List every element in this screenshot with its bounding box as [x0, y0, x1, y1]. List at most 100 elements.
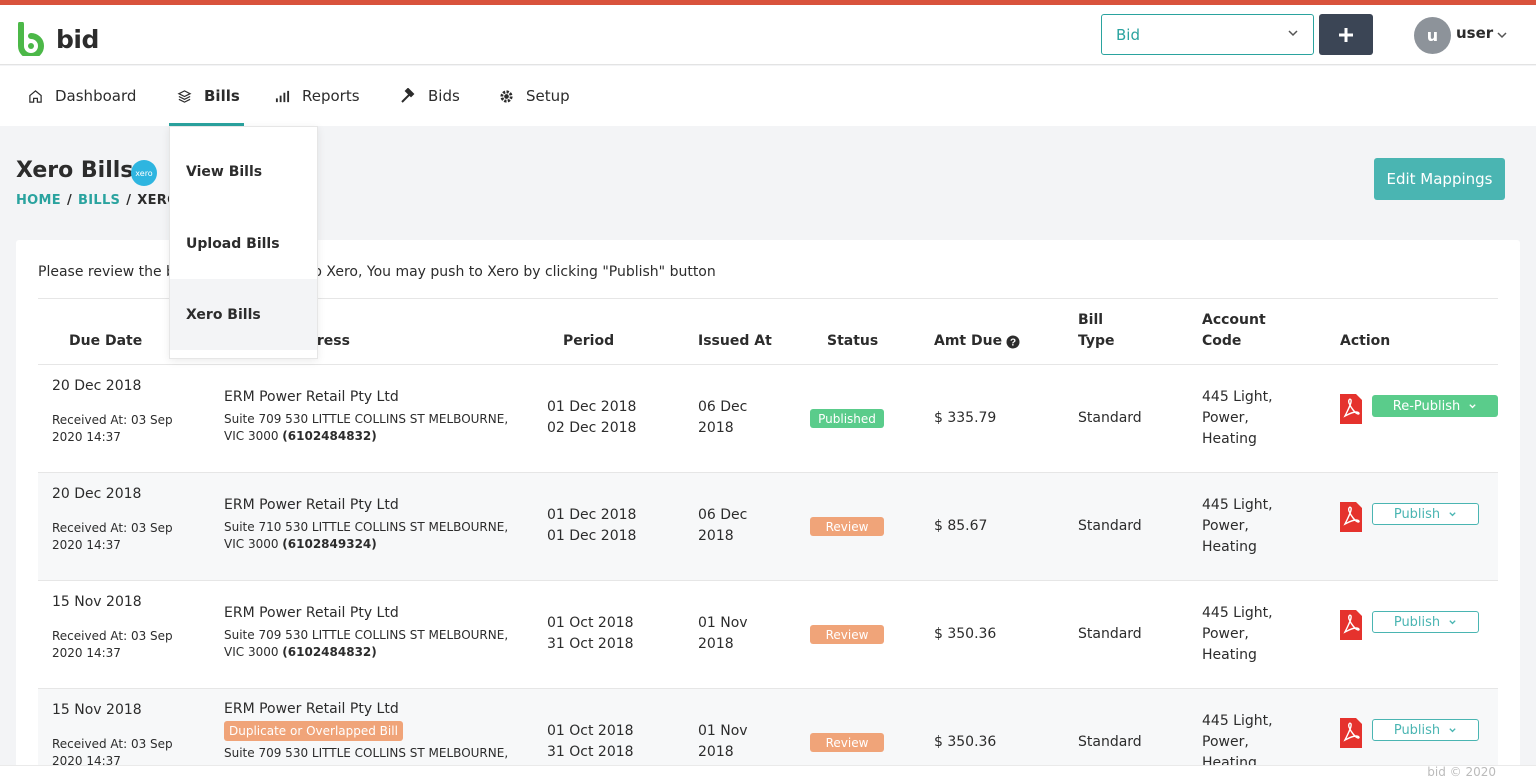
app-header: bid Bid u user — [0, 5, 1536, 65]
footer-copyright: bid © 2020 — [1427, 765, 1496, 779]
republish-button[interactable]: Re-Publish — [1372, 395, 1498, 417]
nav-item-bills[interactable]: Bills — [177, 66, 240, 126]
issued-at: 06 Dec 2018 — [698, 507, 748, 544]
bill-type: Standard — [1078, 518, 1142, 534]
account-code: 445 Light, Power, Heating — [1202, 605, 1273, 663]
logo[interactable]: bid — [16, 22, 99, 56]
nav-item-reports[interactable]: Reports — [275, 66, 360, 126]
menu-item-view-bills[interactable]: View Bills — [170, 136, 317, 207]
th-account-code[interactable]: Account Code — [1202, 310, 1266, 352]
period: 01 Dec 2018 02 Dec 2018 — [547, 399, 637, 436]
account-code: 445 Light, Power, Heating — [1202, 497, 1273, 555]
th-bill-type[interactable]: Bill Type — [1078, 310, 1115, 352]
plus-icon — [1339, 27, 1353, 42]
logo-text: bid — [56, 24, 99, 54]
bid-select[interactable]: Bid — [1101, 14, 1314, 55]
help-circle-icon[interactable]: ? — [1006, 335, 1020, 349]
period: 01 Dec 2018 01 Dec 2018 — [547, 507, 637, 544]
amount-due: $ 350.36 — [934, 626, 997, 642]
bill-type: Standard — [1078, 626, 1142, 642]
add-button[interactable] — [1319, 14, 1373, 55]
status-badge: Review — [810, 733, 884, 752]
chevron-down-icon — [1449, 619, 1456, 624]
th-issued-at[interactable]: Issued At — [698, 331, 772, 352]
nav-label-reports: Reports — [302, 87, 360, 105]
edit-mappings-button[interactable]: Edit Mappings — [1374, 158, 1505, 200]
main-nav: Dashboard Bills Reports Bids Setup — [0, 66, 1536, 126]
bills-dropdown-menu: View Bills Upload Bills Xero Bills — [169, 126, 318, 359]
bid-select-value: Bid — [1116, 25, 1140, 44]
pdf-icon[interactable] — [1340, 394, 1362, 424]
amount-due: $ 350.36 — [934, 734, 997, 750]
breadcrumb-home[interactable]: HOME — [16, 193, 61, 208]
account-code: 445 Light, Power, Heating — [1202, 389, 1273, 447]
chevron-down-icon — [1449, 511, 1456, 516]
nav-label-bills: Bills — [204, 87, 240, 105]
gear-icon — [500, 89, 513, 103]
home-icon — [29, 89, 42, 103]
company-name: ERM Power Retail Pty Ltd — [224, 497, 399, 513]
svg-text:?: ? — [1010, 337, 1016, 348]
pdf-icon[interactable] — [1340, 502, 1362, 532]
publish-button[interactable]: Publish — [1372, 503, 1479, 525]
th-status[interactable]: Status — [827, 331, 878, 352]
th-due-date[interactable]: Due Date — [69, 331, 142, 352]
th-amt-due[interactable]: Amt Due ? — [934, 331, 1020, 352]
xero-logo-icon: xero — [131, 160, 157, 186]
layers-icon — [177, 89, 192, 103]
received-at: Received At: 03 Sep 2020 14:37 — [52, 413, 173, 444]
received-at: Received At: 03 Sep 2020 14:37 — [52, 629, 173, 660]
amount-due: $ 85.67 — [934, 518, 988, 534]
period: 01 Oct 2018 31 Oct 2018 — [547, 723, 634, 760]
company-name: ERM Power Retail Pty Ltd — [224, 701, 399, 717]
company-name: ERM Power Retail Pty Ltd — [224, 389, 399, 405]
nav-label-setup: Setup — [526, 87, 570, 105]
th-action[interactable]: Action — [1340, 331, 1390, 352]
bill-type: Standard — [1078, 410, 1142, 426]
nav-item-setup[interactable]: Setup — [499, 66, 570, 126]
bill-type: Standard — [1078, 734, 1142, 750]
nav-label-dashboard: Dashboard — [55, 87, 137, 105]
address: Suite 709 530 LITTLE COLLINS ST MELBOURN… — [224, 412, 509, 443]
bar-chart-icon — [275, 90, 290, 102]
status-badge: Review — [810, 517, 884, 536]
pdf-icon[interactable] — [1340, 718, 1362, 748]
nav-item-bids[interactable]: Bids — [400, 66, 460, 126]
nav-label-bids: Bids — [428, 87, 460, 105]
address: Suite 709 530 LITTLE COLLINS ST MELBOURN… — [224, 746, 509, 760]
logo-icon — [18, 22, 44, 56]
address: Suite 710 530 LITTLE COLLINS ST MELBOURN… — [224, 520, 509, 551]
publish-button[interactable]: Publish — [1372, 719, 1479, 741]
th-amt-due-label: Amt Due — [934, 333, 1003, 349]
publish-button[interactable]: Publish — [1372, 611, 1479, 633]
amount-due: $ 335.79 — [934, 410, 997, 426]
issued-at: 06 Dec 2018 — [698, 399, 748, 436]
nav-item-dashboard[interactable]: Dashboard — [28, 66, 136, 126]
menu-item-upload-bills[interactable]: Upload Bills — [170, 208, 317, 279]
status-badge: Review — [810, 625, 884, 644]
footer — [0, 765, 1536, 779]
avatar[interactable]: u — [1414, 17, 1451, 54]
status-badge: Published — [810, 409, 884, 428]
address: Suite 709 530 LITTLE COLLINS ST MELBOURN… — [224, 628, 509, 659]
due-date: 15 Nov 2018 — [52, 702, 142, 718]
user-name[interactable]: user — [1456, 24, 1493, 42]
period: 01 Oct 2018 31 Oct 2018 — [547, 615, 634, 652]
duplicate-badge: Duplicate or Overlapped Bill — [224, 721, 403, 741]
breadcrumb-bills[interactable]: BILLS — [78, 193, 120, 208]
th-period[interactable]: Period — [563, 331, 614, 352]
chevron-down-icon — [1288, 30, 1298, 37]
user-chevron-down-icon[interactable] — [1496, 29, 1508, 41]
received-at: Received At: 03 Sep 2020 14:37 — [52, 521, 173, 552]
due-date: 20 Dec 2018 — [52, 486, 142, 502]
issued-at: 01 Nov 2018 — [698, 615, 748, 652]
page-title: Xero Bills — [16, 158, 134, 183]
account-code: 445 Light, Power, Heating — [1202, 713, 1273, 765]
chevron-down-icon — [1449, 727, 1456, 732]
due-date: 15 Nov 2018 — [52, 594, 142, 610]
due-date: 20 Dec 2018 — [52, 378, 142, 394]
menu-item-xero-bills[interactable]: Xero Bills — [170, 279, 317, 350]
company-name: ERM Power Retail Pty Ltd — [224, 605, 399, 621]
issued-at: 01 Nov 2018 — [698, 723, 748, 760]
pdf-icon[interactable] — [1340, 610, 1362, 640]
